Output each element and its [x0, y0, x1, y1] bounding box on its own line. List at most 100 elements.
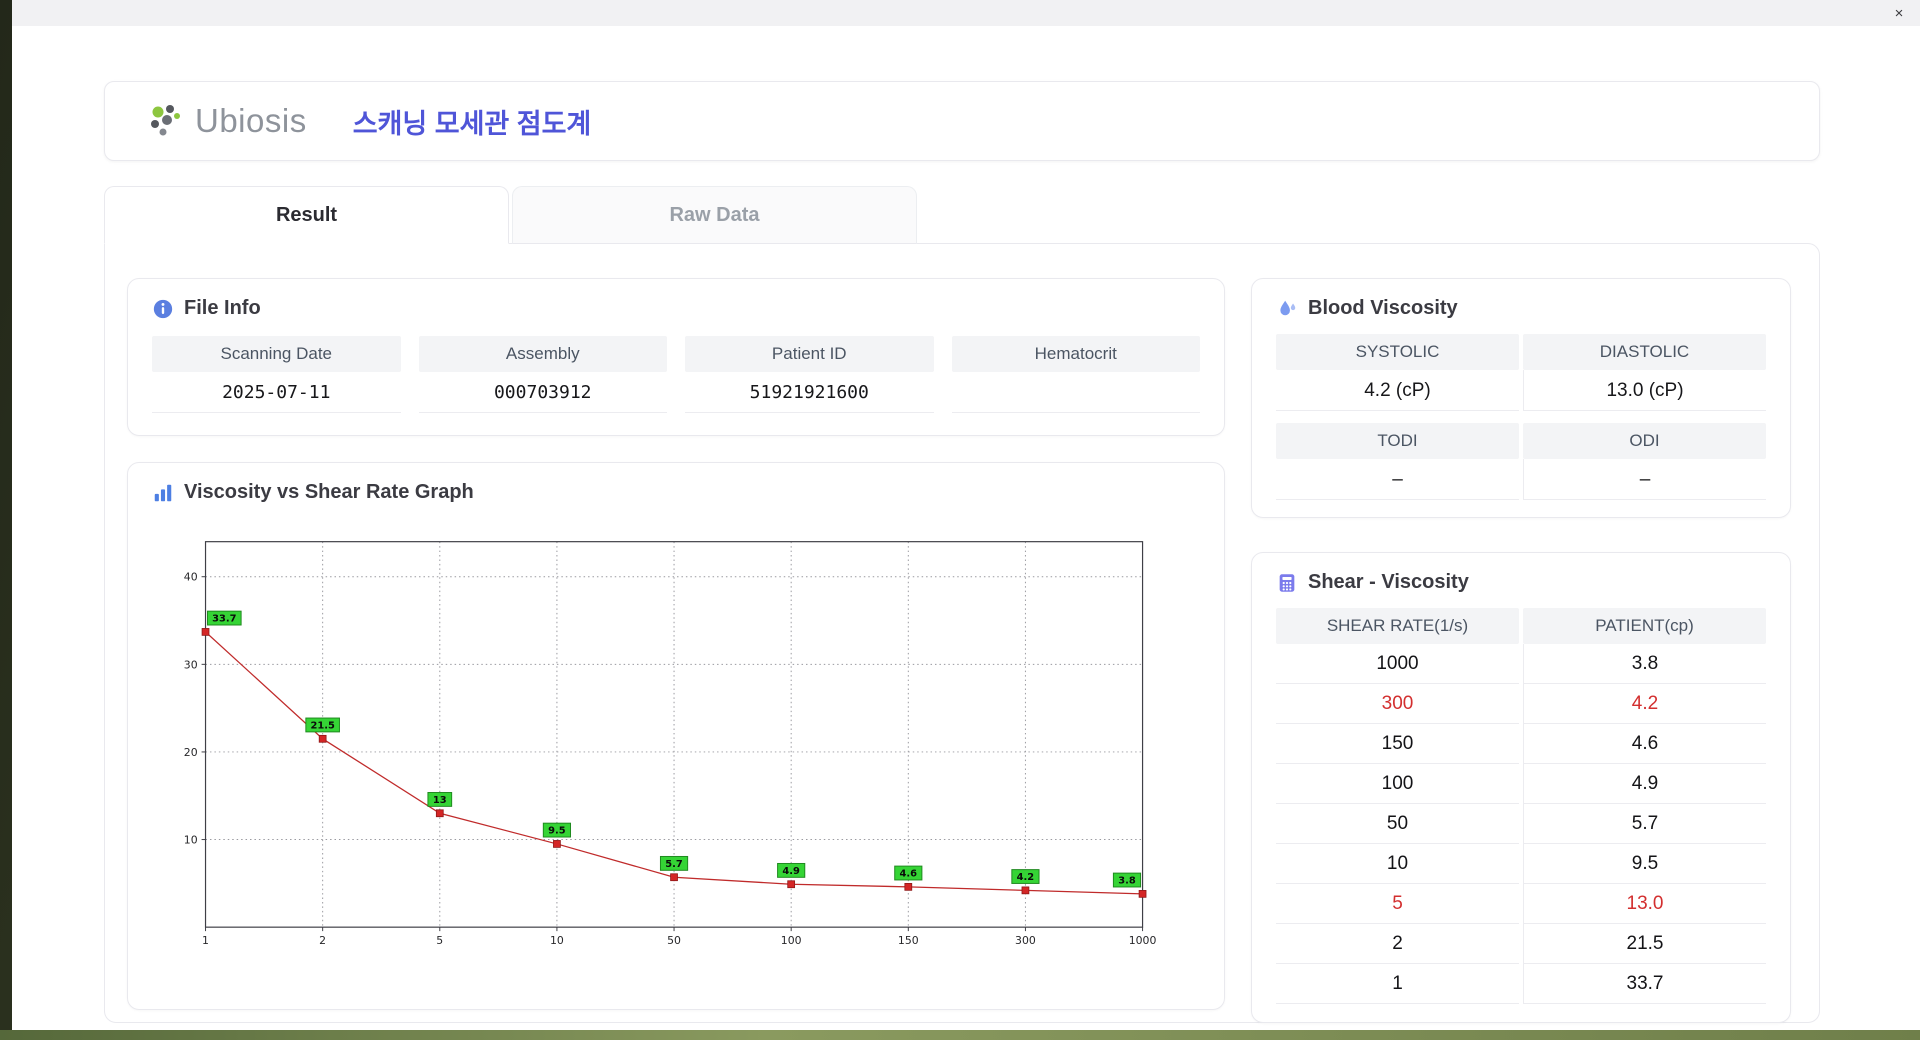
shear-header-cell: PATIENT(cp) — [1523, 608, 1766, 644]
svg-text:150: 150 — [898, 934, 919, 947]
window-titlebar: × — [12, 0, 1920, 26]
file-info-fields: Scanning Date 2025-07-11 Assembly 000703912… — [152, 336, 1200, 413]
bv-value-cell: 13.0 (cP) — [1523, 370, 1766, 411]
graph-title-row: Viscosity vs Shear Rate Graph — [152, 481, 1200, 504]
bv-value-row: 4.2 (cP) 13.0 (cP) — [1276, 370, 1766, 411]
blood-viscosity-title-row: Blood Viscosity — [1276, 297, 1766, 320]
blood-viscosity-card: Blood Viscosity SYSTOLIC DIASTOLIC 4.2 (cP… — [1251, 278, 1791, 518]
droplet-icon — [1280, 300, 1296, 315]
shear-rate-cell: 10 — [1276, 844, 1519, 884]
field-label: Patient ID — [685, 336, 934, 372]
field-value — [951, 372, 1200, 413]
graph-title: Viscosity vs Shear Rate Graph — [184, 481, 474, 503]
bv-value-cell: – — [1523, 459, 1766, 500]
bv-value-cell: 4.2 (cP) — [1276, 370, 1519, 411]
svg-text:13: 13 — [433, 795, 447, 806]
close-icon[interactable]: × — [1884, 2, 1914, 24]
field-value: 000703912 — [418, 372, 667, 413]
shear-viscosity-title: Shear - Viscosity — [1308, 571, 1469, 593]
logo-dots-icon — [151, 105, 180, 136]
svg-text:40: 40 — [184, 571, 198, 584]
app-header: Ubiosis 스캐닝 모세관 점도계 — [104, 81, 1820, 161]
bv-header-cell: DIASTOLIC — [1523, 334, 1766, 370]
svg-text:1: 1 — [202, 934, 209, 947]
calculator-icon — [1279, 573, 1295, 592]
blood-viscosity-title: Blood Viscosity — [1308, 297, 1458, 319]
shear-rate-cell: 5 — [1276, 884, 1519, 924]
patient-cell: 4.9 — [1523, 764, 1766, 804]
table-row: 150 4.6 — [1276, 724, 1766, 764]
shear-table: SHEAR RATE(1/s) PATIENT(cp) 1000 3.8 300 4.2 1… — [1276, 608, 1766, 1004]
file-info-field: Scanning Date 2025-07-11 — [152, 336, 401, 413]
svg-text:4.2: 4.2 — [1017, 872, 1035, 883]
field-value: 2025-07-11 — [152, 372, 401, 413]
shear-rate-cell: 2 — [1276, 924, 1519, 964]
svg-text:3.8: 3.8 — [1118, 875, 1136, 886]
shear-rate-cell: 1 — [1276, 964, 1519, 1004]
table-row: 100 4.9 — [1276, 764, 1766, 804]
table-row: 50 5.7 — [1276, 804, 1766, 844]
app-window: Ubiosis 스캐닝 모세관 점도계 Result Raw Data File… — [12, 26, 1920, 1030]
patient-cell: 4.6 — [1523, 724, 1766, 764]
patient-cell: 33.7 — [1523, 964, 1766, 1004]
bv-value-row: – – — [1276, 459, 1766, 500]
bv-header-row: TODI ODI — [1276, 423, 1766, 459]
shear-rate-cell: 100 — [1276, 764, 1519, 804]
desktop-bottom-strip — [0, 1030, 1920, 1040]
shear-header-cell: SHEAR RATE(1/s) — [1276, 608, 1519, 644]
tab-raw-data[interactable]: Raw Data — [512, 186, 917, 244]
svg-text:33.7: 33.7 — [212, 614, 236, 625]
shear-rate-cell: 50 — [1276, 804, 1519, 844]
table-row: 5 13.0 — [1276, 884, 1766, 924]
patient-cell: 4.2 — [1523, 684, 1766, 724]
table-row: 1000 3.8 — [1276, 644, 1766, 684]
bar-chart-icon — [154, 484, 172, 501]
svg-text:50: 50 — [667, 934, 681, 947]
patient-cell: 3.8 — [1523, 644, 1766, 684]
page-title: 스캐닝 모세관 점도계 — [352, 108, 592, 139]
svg-text:21.5: 21.5 — [310, 720, 334, 731]
file-info-title: File Info — [184, 297, 261, 319]
patient-cell: 13.0 — [1523, 884, 1766, 924]
svg-text:100: 100 — [781, 934, 802, 947]
patient-cell: 21.5 — [1523, 924, 1766, 964]
bv-header-row: SYSTOLIC DIASTOLIC — [1276, 334, 1766, 370]
logo-text: Ubiosis — [195, 102, 307, 139]
table-row: 2 21.5 — [1276, 924, 1766, 964]
svg-text:10: 10 — [184, 834, 198, 847]
field-label: Hematocrit — [951, 336, 1200, 372]
shear-rate-cell: 150 — [1276, 724, 1519, 764]
table-row: 300 4.2 — [1276, 684, 1766, 724]
svg-text:5.7: 5.7 — [665, 859, 683, 870]
file-info-field: Hematocrit — [951, 336, 1200, 413]
svg-text:4.9: 4.9 — [782, 866, 800, 877]
patient-cell: 9.5 — [1523, 844, 1766, 884]
patient-cell: 5.7 — [1523, 804, 1766, 844]
field-label: Scanning Date — [152, 336, 401, 372]
result-panel: File Info Scanning Date 2025-07-11 Assembl… — [104, 243, 1820, 1023]
file-info-field: Patient ID 51921921600 — [685, 336, 934, 413]
info-icon — [153, 299, 173, 318]
field-value: 51921921600 — [685, 372, 934, 413]
file-info-title-row: File Info — [152, 297, 1200, 320]
shear-header-row: SHEAR RATE(1/s) PATIENT(cp) — [1276, 608, 1766, 644]
graph-card: Viscosity vs Shear Rate Graph 10 20 30 40 1 2… — [127, 462, 1225, 1010]
shear-rate-cell: 1000 — [1276, 644, 1519, 684]
table-row: 10 9.5 — [1276, 844, 1766, 884]
tab-result[interactable]: Result — [104, 186, 509, 244]
ubiosis-logo: Ubiosis — [147, 102, 307, 140]
bv-value-cell: – — [1276, 459, 1519, 500]
svg-text:10: 10 — [550, 934, 564, 947]
svg-text:300: 300 — [1015, 934, 1036, 947]
viscosity-chart: 10 20 30 40 1 2 5 10 50 100 150 300 1000 33.7 21.5 13 9.… — [184, 541, 1157, 947]
svg-text:9.5: 9.5 — [548, 826, 566, 837]
shear-viscosity-card: Shear - Viscosity SHEAR RATE(1/s) PATIENT… — [1251, 552, 1791, 1023]
svg-text:1000: 1000 — [1129, 934, 1157, 947]
svg-text:2: 2 — [319, 934, 326, 947]
svg-text:5: 5 — [436, 934, 443, 947]
tab-bar: Result Raw Data — [104, 186, 1820, 244]
svg-text:20: 20 — [184, 746, 198, 759]
chart-mount: 10 20 30 40 1 2 5 10 50 100 150 300 1000 33.7 21.5 13 9.… — [152, 514, 1200, 971]
file-info-card: File Info Scanning Date 2025-07-11 Assembl… — [127, 278, 1225, 436]
shear-rate-cell: 300 — [1276, 684, 1519, 724]
